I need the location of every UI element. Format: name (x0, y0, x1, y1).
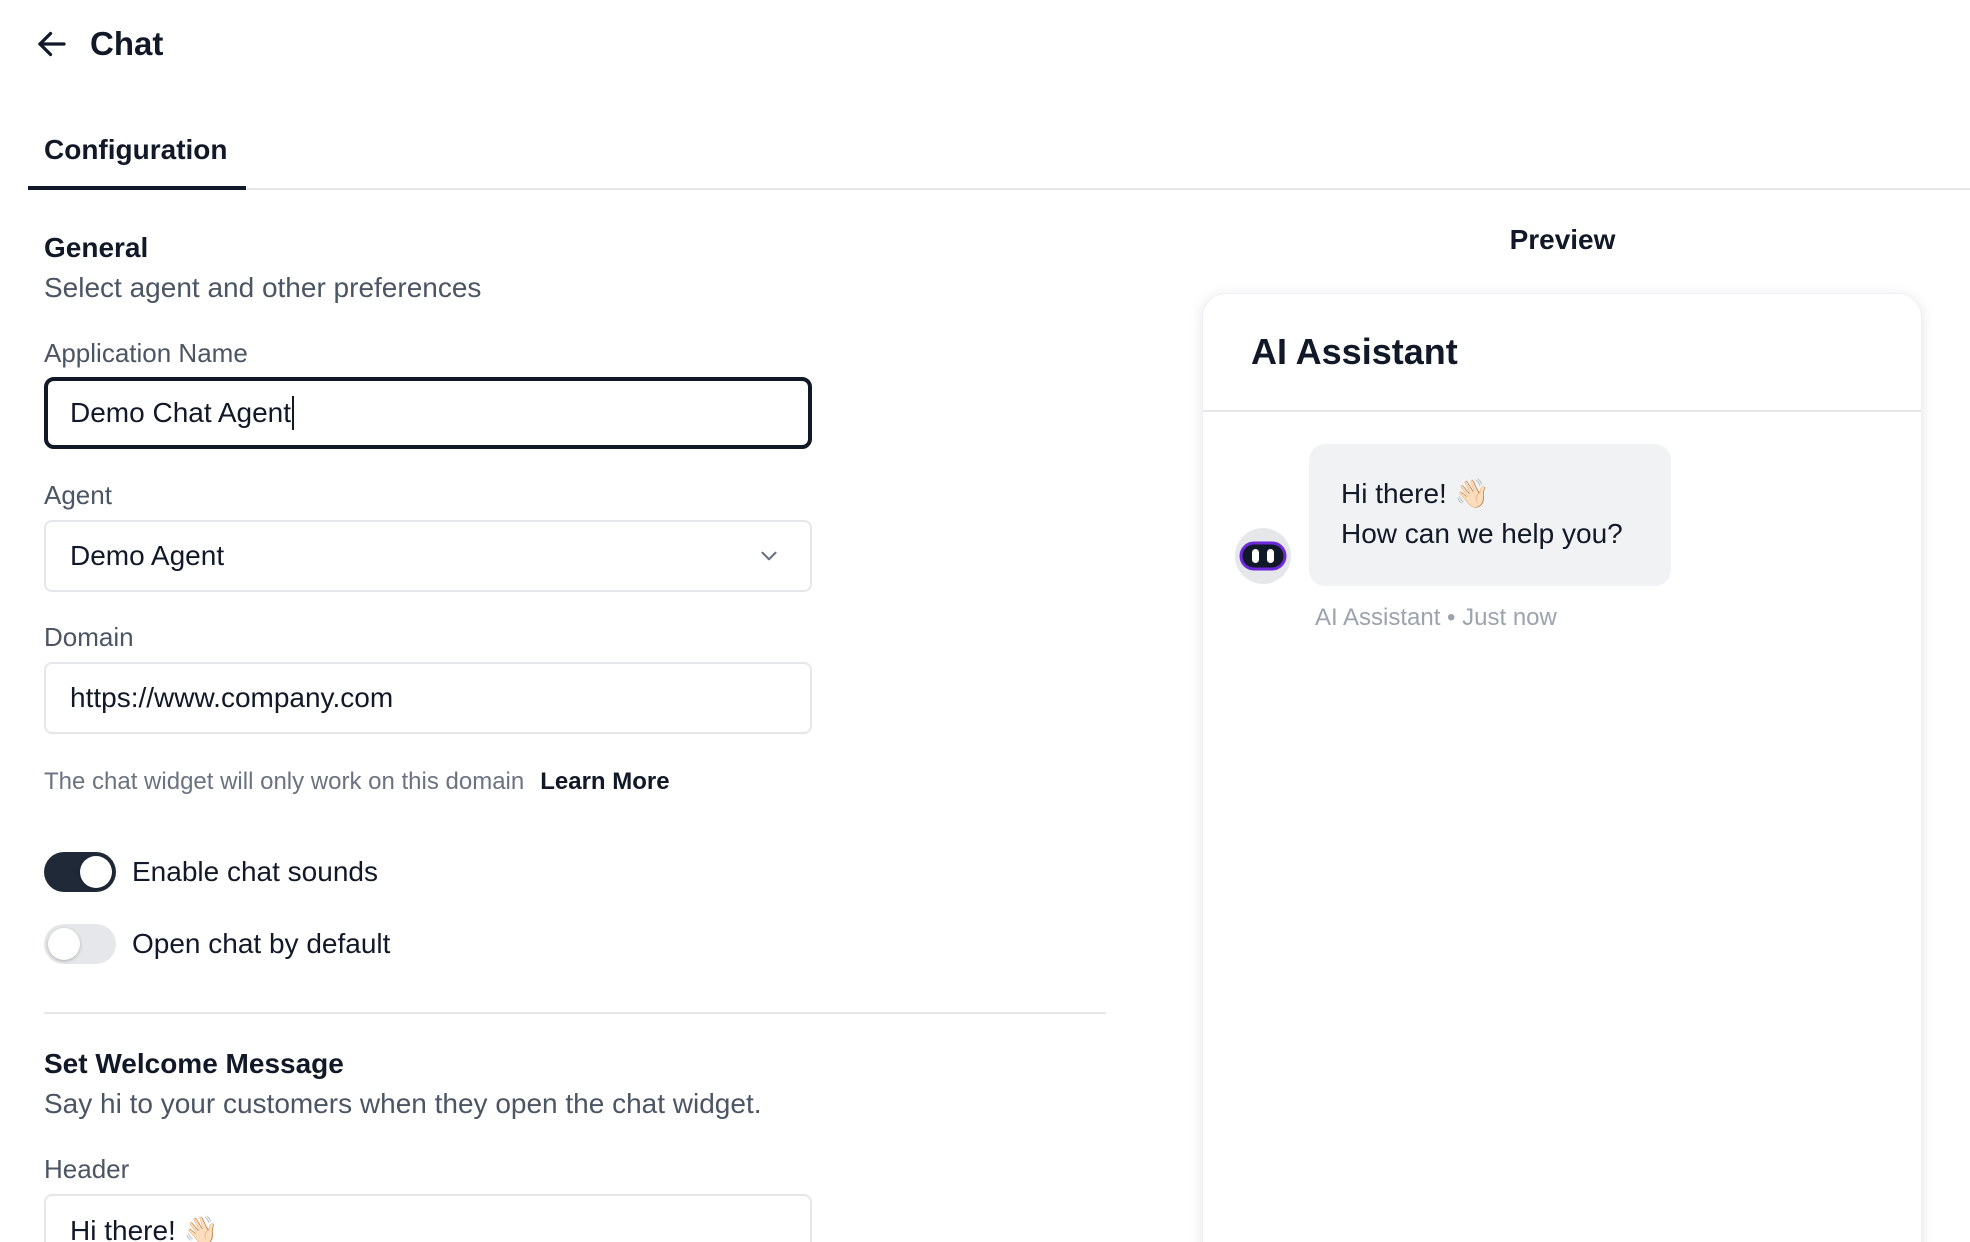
open-by-default-label: Open chat by default (132, 928, 391, 959)
general-section-subtitle: Select agent and other preferences (44, 272, 482, 303)
bot-avatar (1235, 528, 1291, 584)
chevron-down-icon (761, 551, 777, 561)
application-name-input[interactable]: Demo Chat Agent (44, 377, 812, 449)
domain-hint: The chat widget will only work on this d… (44, 768, 525, 795)
application-name-label: Application Name (44, 338, 248, 368)
section-divider (44, 1012, 1106, 1014)
top-bar: Chat (30, 22, 163, 66)
robot-icon (1239, 541, 1287, 571)
back-button[interactable] (30, 22, 74, 66)
domain-input[interactable]: https://www.company.com (44, 662, 812, 734)
toggle-knob (48, 928, 80, 960)
tab-configuration[interactable]: Configuration (28, 120, 246, 190)
domain-label: Domain (44, 622, 134, 652)
header-input[interactable]: Hi there! 👋🏻 (44, 1194, 812, 1242)
open-default-row: Open chat by default (44, 924, 390, 964)
learn-more-link[interactable]: Learn More (540, 768, 669, 796)
preview-title: Preview (1509, 224, 1616, 255)
application-name-value: Demo Chat Agent (70, 397, 292, 428)
agent-select-value: Demo Agent (70, 540, 225, 571)
agent-select[interactable]: Demo Agent (44, 520, 812, 592)
domain-hint-row: The chat widget will only work on this d… (44, 768, 670, 796)
welcome-section-subtitle: Say hi to your customers when they open … (44, 1088, 762, 1119)
text-caret (292, 396, 295, 430)
preview-header: AI Assistant (1203, 294, 1921, 412)
message-bubble: Hi there! 👋🏻 How can we help you? (1309, 444, 1671, 586)
header-value: Hi there! 👋🏻 (70, 1214, 219, 1242)
general-section-title: General (44, 232, 149, 263)
domain-value: https://www.company.com (70, 682, 394, 713)
open-by-default-toggle[interactable] (44, 924, 116, 964)
message-meta: AI Assistant • Just now (1315, 604, 1557, 631)
chat-preview-card: AI Assistant Hi there! 👋🏻 How can we hel… (1202, 293, 1922, 1242)
agent-label: Agent (44, 480, 112, 510)
page-title: Chat (90, 25, 164, 62)
chat-sounds-toggle[interactable] (44, 852, 116, 892)
chat-sounds-label: Enable chat sounds (132, 856, 378, 887)
message-line-2: How can we help you? (1341, 518, 1623, 549)
tab-bar: Configuration (28, 120, 1970, 190)
welcome-section-title: Set Welcome Message (44, 1048, 344, 1079)
welcome-message: Hi there! 👋🏻 How can we help you? (1235, 444, 1671, 586)
message-line-1: Hi there! 👋🏻 (1341, 478, 1490, 509)
chat-sounds-row: Enable chat sounds (44, 852, 378, 892)
arrow-left-icon (38, 31, 66, 57)
toggle-knob (80, 856, 112, 888)
header-label: Header (44, 1154, 130, 1184)
